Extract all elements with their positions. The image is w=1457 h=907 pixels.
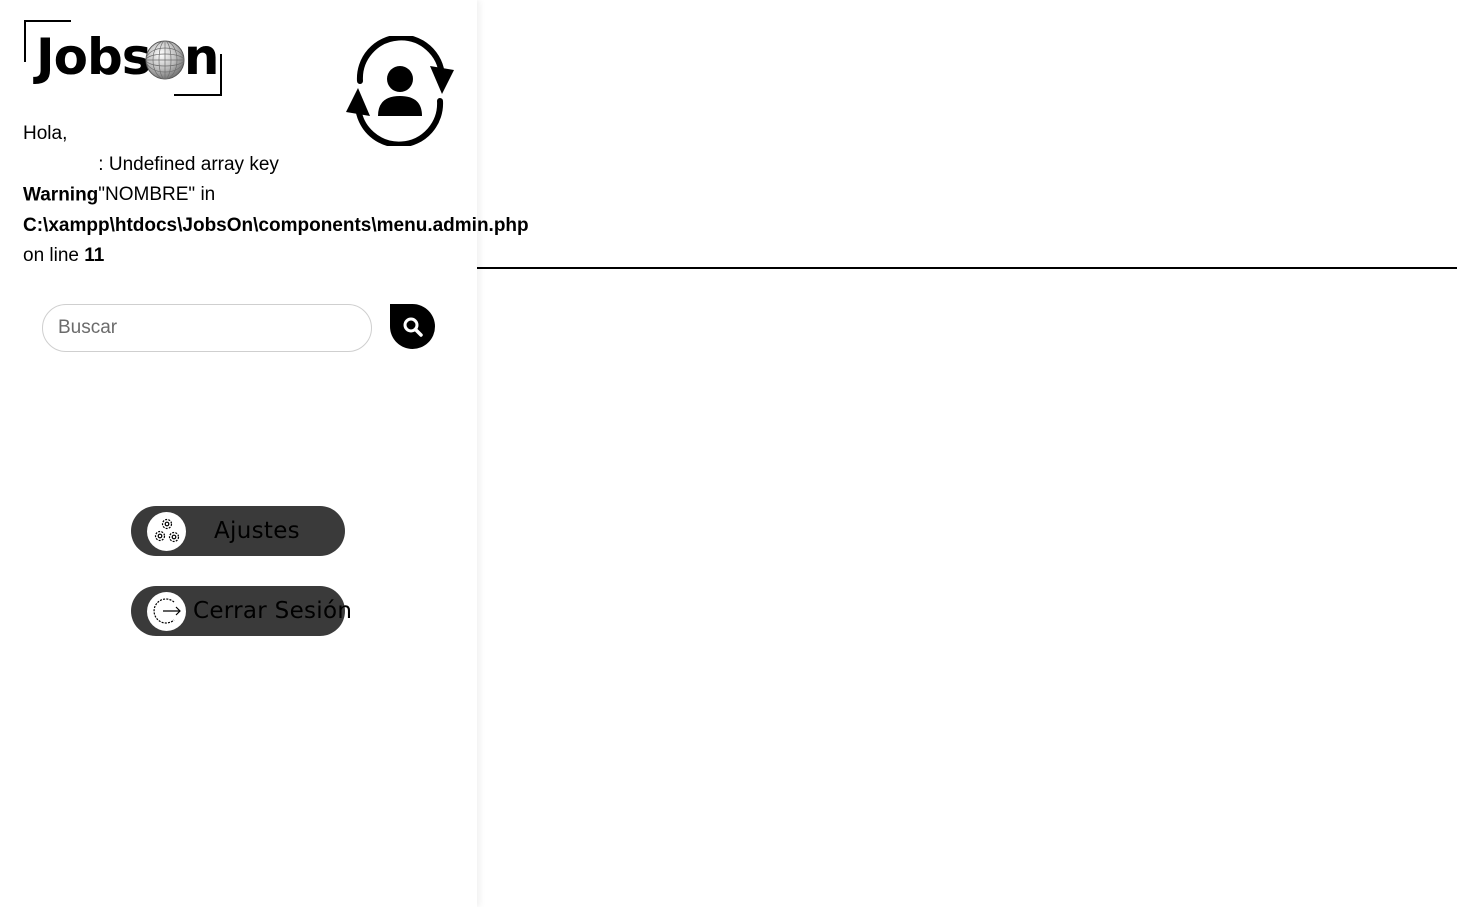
logout-label: Cerrar Sesión bbox=[193, 598, 353, 624]
warning-message: : Undefined array key "NOMBRE" in bbox=[98, 153, 279, 206]
warning-label: Warning bbox=[23, 184, 99, 205]
settings-label: Ajustes bbox=[214, 518, 300, 544]
search-button[interactable] bbox=[390, 304, 435, 349]
warning-line-prefix: on line bbox=[23, 245, 79, 266]
search-input[interactable] bbox=[42, 304, 372, 352]
php-warning: Warning: Undefined array key "NOMBRE" in… bbox=[23, 150, 623, 272]
logout-icon-badge bbox=[147, 591, 186, 631]
greeting-hello: Hola, bbox=[23, 123, 68, 144]
warning-path: C:\xampp\htdocs\JobsOn\components\menu.a… bbox=[23, 214, 529, 236]
gears-icon bbox=[154, 518, 179, 543]
logout-icon bbox=[152, 598, 181, 624]
jobson-logo[interactable]: Jobson bbox=[24, 18, 224, 100]
sidebar: Jobson Hola, Warning: Undefined array ke… bbox=[0, 0, 529, 907]
gears-icon-badge bbox=[147, 511, 186, 551]
greeting-block: Hola, Warning: Undefined array key "NOMB… bbox=[23, 119, 623, 272]
settings-button[interactable]: Ajustes bbox=[131, 506, 345, 556]
logo-text: Jobson bbox=[36, 28, 219, 86]
header-divider bbox=[477, 267, 1457, 269]
search-icon bbox=[403, 317, 423, 337]
logout-button[interactable]: Cerrar Sesión bbox=[131, 586, 352, 636]
globe-icon bbox=[145, 40, 185, 80]
warning-line-number: 11 bbox=[84, 245, 105, 266]
